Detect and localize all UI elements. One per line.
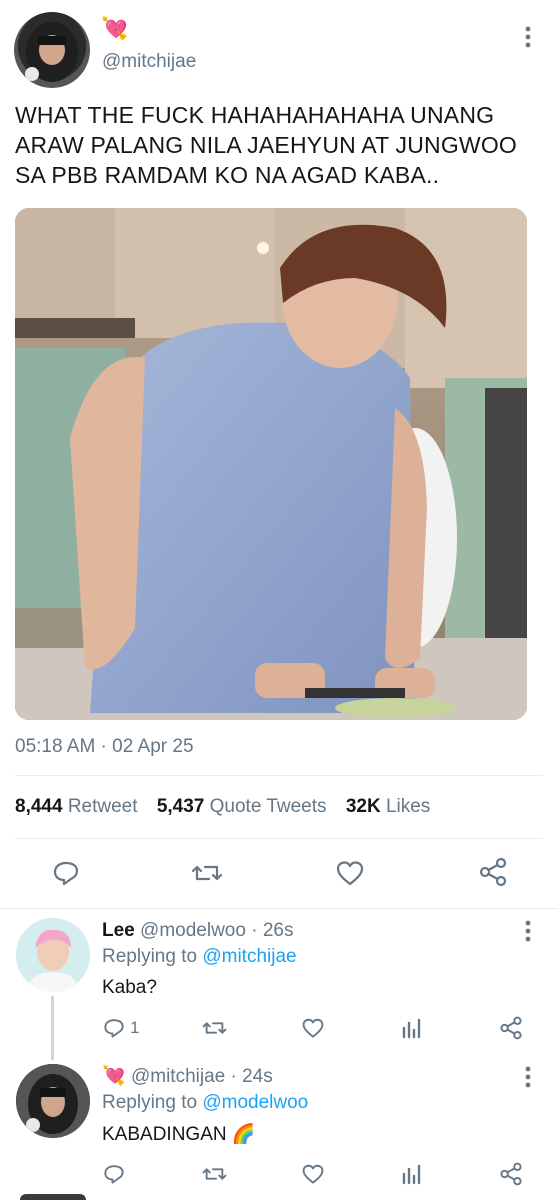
reply-time: · 24s (230, 1066, 273, 1087)
reply-icon[interactable] (52, 859, 80, 887)
quote-label: Quote Tweets (209, 796, 327, 817)
retweet-count: 8,444 (15, 796, 63, 817)
author-avatar[interactable] (14, 12, 90, 88)
thread-line (51, 996, 54, 1060)
retweet-icon[interactable] (201, 1163, 228, 1185)
divider (0, 908, 558, 909)
replying-to-label: Replying to (102, 946, 198, 967)
reply-author-handle[interactable]: @mitchijae (131, 1066, 225, 1087)
divider (15, 775, 543, 776)
replying-to-label: Replying to (102, 1092, 198, 1113)
reply-header: 💘 @mitchijae · 24s (102, 1065, 273, 1089)
quote-count: 5,437 (156, 796, 205, 817)
avatar-hood-graphic (16, 1064, 90, 1138)
replying-to-handle[interactable]: @mitchijae (202, 946, 296, 967)
tweet-text: WHAT THE FUCK HAHAHAHAHAHA UNANG ARAW PA… (15, 102, 518, 188)
analytics-icon[interactable] (401, 1163, 423, 1185)
next-reply-avatar-peek[interactable] (20, 1194, 86, 1200)
more-vertical-icon[interactable] (518, 24, 538, 50)
likes-label: Likes (385, 796, 431, 817)
replying-to-handle[interactable]: @modelwoo (202, 1092, 308, 1113)
reply-avatar[interactable] (16, 1064, 90, 1138)
author-name-emoji: 💘 (101, 16, 129, 41)
share-icon[interactable] (478, 857, 508, 887)
author-handle[interactable]: @mitchijae (102, 50, 196, 74)
reply-author-name-emoji[interactable]: 💘 (102, 1066, 126, 1087)
reply-author-handle[interactable]: @modelwoo (140, 920, 246, 941)
retweet-label: Retweet (67, 796, 138, 817)
retweet-icon[interactable] (190, 859, 224, 887)
reply-avatar[interactable] (16, 918, 90, 992)
reply-count: 1 (130, 1018, 140, 1037)
reply-icon[interactable] (103, 1017, 125, 1039)
tweet-photo[interactable] (15, 208, 527, 720)
share-icon[interactable] (499, 1016, 523, 1040)
reply-header: Lee @modelwoo · 26s (102, 920, 293, 942)
likes-stat[interactable]: 32K Likes (346, 796, 431, 817)
heart-icon[interactable] (335, 859, 365, 887)
analytics-icon[interactable] (401, 1017, 423, 1039)
retweet-stat[interactable]: 8,444 Retweet (15, 796, 138, 817)
share-icon[interactable] (499, 1162, 523, 1186)
more-vertical-icon[interactable] (518, 1064, 538, 1090)
reply-context: Replying to @modelwoo (102, 1092, 308, 1114)
divider (15, 838, 543, 839)
reply-text: Kaba? (102, 977, 157, 998)
tweet-timestamp: 05:18 AM · 02 Apr 25 (15, 736, 194, 757)
likes-count: 32K (345, 796, 381, 817)
reply-author-name[interactable]: Lee (102, 920, 135, 941)
heart-icon[interactable] (301, 1017, 325, 1039)
reply-text: KABADINGAN 🌈 (102, 1124, 256, 1145)
more-vertical-icon[interactable] (518, 918, 538, 944)
heart-icon[interactable] (301, 1163, 325, 1185)
avatar-hood-graphic (25, 22, 78, 82)
tweet-stats: 8,444 Retweet 5,437 Quote Tweets 32K Lik… (15, 796, 430, 818)
retweet-icon[interactable] (201, 1017, 228, 1039)
reply-time: · 26s (251, 920, 294, 941)
kitchen-photo-illustration (15, 208, 527, 720)
quote-stat[interactable]: 5,437 Quote Tweets (157, 796, 327, 817)
reply-icon[interactable] (103, 1163, 125, 1185)
avatar-portrait-graphic (16, 918, 90, 992)
reply-context: Replying to @mitchijae (102, 946, 297, 968)
